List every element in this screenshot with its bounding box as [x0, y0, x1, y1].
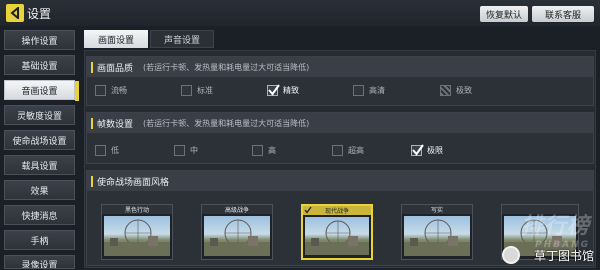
sidebar-item-basic[interactable]: 基础设置: [4, 55, 75, 75]
restore-default-button[interactable]: 恢复默认: [480, 6, 528, 22]
ferris-wheel-scene-icon: [204, 219, 270, 256]
watermark-site: 草丁图书馆: [533, 249, 594, 263]
thumbnail-caption: 黑色行动: [102, 205, 172, 214]
scene-preview-image: [104, 216, 170, 256]
checkbox[interactable]: [95, 144, 106, 156]
quality-option-standard[interactable]: 标准: [181, 83, 213, 97]
option-label: 极限: [427, 145, 443, 155]
scene-preview-image: [204, 216, 270, 256]
framerate-option-max[interactable]: 极限: [411, 143, 443, 157]
option-label: 超高: [348, 145, 364, 155]
style-thumbnail-modern-warfare[interactable]: 现代战争: [301, 204, 373, 260]
checkbox[interactable]: [95, 84, 106, 96]
quality-option-smooth[interactable]: 流畅: [95, 83, 127, 97]
thumbnail-caption: 写实: [402, 205, 472, 214]
style-title: 使命战场画面风格: [97, 177, 170, 188]
checkbox-checked[interactable]: [267, 83, 280, 96]
sidebar-item-effects[interactable]: 效果: [4, 180, 75, 200]
quality-option-fine[interactable]: 精致: [267, 83, 299, 97]
ferris-wheel-scene-icon: [104, 219, 170, 256]
checkbox[interactable]: [181, 84, 192, 96]
checkbox[interactable]: [353, 84, 364, 96]
locked-checkbox-icon[interactable]: [440, 84, 451, 96]
sidebar-item-quick-messages[interactable]: 快捷消息: [4, 205, 75, 225]
checkbox-checked[interactable]: [411, 143, 424, 156]
page-title: 设置: [27, 7, 52, 21]
option-label: 低: [111, 145, 119, 155]
sidebar-item-controls[interactable]: 操作设置: [4, 30, 75, 50]
back-arrow-icon: [10, 7, 19, 19]
style-header: 使命战场画面风格: [87, 171, 593, 191]
quality-header: 画面品质 (若运行卡顿、发热量和耗电量过大可适当降低): [87, 57, 593, 77]
tab-audio[interactable]: 声音设置: [150, 30, 214, 48]
framerate-option-high[interactable]: 高: [252, 143, 276, 157]
option-label: 流畅: [111, 85, 127, 95]
sidebar-item-sensitivity[interactable]: 灵敏度设置: [4, 105, 75, 125]
quality-hint: (若运行卡顿、发热量和耗电量过大可适当降低): [143, 62, 310, 72]
thumbnail-caption: 高级战争: [202, 205, 272, 214]
framerate-header: 帧数设置 (若运行卡顿、发热量和耗电量过大可适当降低): [87, 113, 593, 133]
section-marker: [91, 175, 93, 187]
section-marker: [91, 61, 93, 73]
framerate-hint: (若运行卡顿、发热量和耗电量过大可适当降低): [143, 118, 310, 128]
selected-check-icon: [304, 206, 312, 214]
style-thumbnail-advanced-warfare[interactable]: 高级战争: [201, 204, 273, 260]
section-marker: [91, 117, 93, 129]
thumbnail-caption: 现代战争: [303, 206, 371, 215]
quality-title: 画面品质: [97, 63, 134, 74]
ferris-wheel-scene-icon: [404, 219, 470, 256]
option-label: 标准: [197, 85, 213, 95]
framerate-option-medium[interactable]: 中: [174, 143, 198, 157]
watermark-logo-icon: [502, 246, 520, 264]
checkbox[interactable]: [332, 144, 343, 156]
option-label: 极致: [456, 85, 472, 95]
tab-display[interactable]: 画面设置: [84, 30, 148, 48]
sidebar-item-battlefield[interactable]: 使命战场设置: [4, 130, 75, 150]
quality-option-ultra[interactable]: 极致: [440, 83, 472, 97]
scene-preview-image: [404, 216, 470, 256]
contact-support-button[interactable]: 联系客服: [532, 6, 594, 22]
quality-option-hd[interactable]: 高清: [353, 83, 385, 97]
sidebar-item-vehicle[interactable]: 载具设置: [4, 155, 75, 175]
framerate-option-low[interactable]: 低: [95, 143, 119, 157]
option-label: 精致: [283, 85, 299, 95]
scene-preview-image: [305, 217, 369, 255]
watermark-brand: 排行榜 PHBANG: [521, 208, 590, 250]
option-label: 高: [268, 145, 276, 155]
style-thumbnail-realistic[interactable]: 写实: [401, 204, 473, 260]
sidebar-item-recording[interactable]: 录像设置: [4, 255, 75, 269]
framerate-option-ultra-high[interactable]: 超高: [332, 143, 364, 157]
option-label: 高清: [369, 85, 385, 95]
sidebar: 操作设置 基础设置 音画设置 灵敏度设置 使命战场设置 载具设置 效果 快捷消息…: [0, 28, 79, 270]
back-button[interactable]: [6, 4, 24, 22]
checkmark-icon: [412, 143, 424, 156]
ferris-wheel-scene-icon: [305, 220, 369, 255]
quality-section: 画面品质 (若运行卡顿、发热量和耗电量过大可适当降低): [86, 56, 594, 106]
sidebar-item-gamepad[interactable]: 手柄: [4, 230, 75, 250]
watermark-brand-text: 排行榜: [520, 214, 590, 239]
checkbox[interactable]: [174, 144, 185, 156]
sidebar-item-audio-video[interactable]: 音画设置: [4, 80, 79, 101]
option-label: 中: [190, 145, 198, 155]
style-thumbnail-black-ops[interactable]: 黑色行动: [101, 204, 173, 260]
checkbox[interactable]: [252, 144, 263, 156]
checkmark-icon: [268, 83, 280, 96]
framerate-title: 帧数设置: [97, 119, 134, 130]
